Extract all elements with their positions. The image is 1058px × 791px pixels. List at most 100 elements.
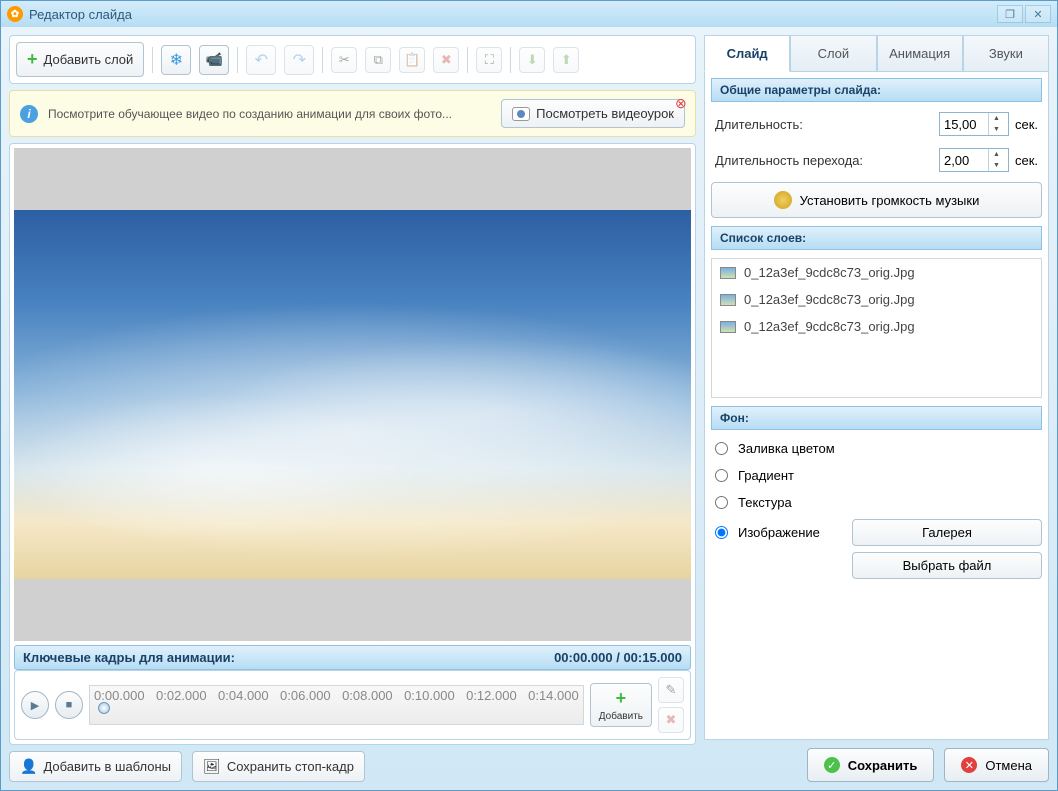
slide-panel: Общие параметры слайда: Длительность: ▲▼… <box>704 71 1049 740</box>
save-stopframe-button[interactable]: 🖼 Сохранить стоп-кадр <box>192 751 365 782</box>
plus-icon: + <box>616 688 627 709</box>
move-up-button[interactable]: ⬆ <box>553 47 579 73</box>
paste-icon: 📋 <box>404 52 420 68</box>
save-frame-label: Сохранить стоп-кадр <box>227 759 354 774</box>
save-button[interactable]: ✓ Сохранить <box>807 748 935 782</box>
timeline-box: ▶ ■ 0:00.000 0:02.000 0:04.000 0:06.000 … <box>14 670 691 740</box>
transition-label: Длительность перехода: <box>715 153 933 168</box>
duration-label: Длительность: <box>715 117 933 132</box>
snowflake-button[interactable]: ❄ <box>161 45 191 75</box>
tab-animation[interactable]: Анимация <box>877 35 963 72</box>
speaker-icon <box>774 191 792 209</box>
layer-list: 0_12a3ef_9cdc8c73_orig.Jpg 0_12a3ef_9cdc… <box>711 258 1042 398</box>
info-icon: i <box>20 105 38 123</box>
slide-editor-window: ✿ Редактор слайда ❐ ✕ + Добавить слой ❄ … <box>0 0 1058 791</box>
x-icon: ✕ <box>961 757 977 773</box>
banner-close-button[interactable]: ⊗ <box>675 95 689 109</box>
delete-icon: ✖ <box>441 52 452 68</box>
redo-icon: ↷ <box>293 50 306 70</box>
bg-header: Фон: <box>711 406 1042 430</box>
spinner-down[interactable]: ▼ <box>989 160 1004 171</box>
delete-icon: ✖ <box>666 712 677 728</box>
duration-input[interactable] <box>940 115 988 134</box>
scissors-icon: ✂ <box>339 52 350 68</box>
arrow-up-icon: ⬆ <box>561 52 572 68</box>
watch-video-button[interactable]: Посмотреть видеоурок <box>501 99 685 128</box>
redo-button[interactable]: ↷ <box>284 45 314 75</box>
banner-text: Посмотрите обучающее видео по созданию а… <box>48 107 491 121</box>
play-button[interactable]: ▶ <box>21 691 49 719</box>
playhead[interactable] <box>98 702 110 714</box>
add-to-templates-button[interactable]: 👤 Добавить в шаблоны <box>9 751 182 782</box>
layer-thumb-icon <box>720 294 736 306</box>
webcam-icon <box>512 107 530 121</box>
edit-keyframe-button[interactable]: ✎ <box>658 677 684 703</box>
image-icon: 🖼 <box>203 758 221 775</box>
volume-btn-label: Установить громкость музыки <box>800 193 980 208</box>
tab-layer[interactable]: Слой <box>790 35 876 72</box>
transition-input[interactable] <box>940 151 988 170</box>
duration-spinner[interactable]: ▲▼ <box>939 112 1009 136</box>
bg-texture-option[interactable]: Текстура <box>711 492 842 513</box>
layer-item[interactable]: 0_12a3ef_9cdc8c73_orig.Jpg <box>712 259 1041 286</box>
choose-file-button[interactable]: Выбрать файл <box>852 552 1042 579</box>
layer-item[interactable]: 0_12a3ef_9cdc8c73_orig.Jpg <box>712 313 1041 340</box>
gallery-button[interactable]: Галерея <box>852 519 1042 546</box>
timeline[interactable]: 0:00.000 0:02.000 0:04.000 0:06.000 0:08… <box>89 685 584 725</box>
plus-icon: + <box>27 49 38 70</box>
maximize-button[interactable]: ❐ <box>997 5 1023 23</box>
layers-header: Список слоев: <box>711 226 1042 250</box>
timeline-ticks: 0:00.000 0:02.000 0:04.000 0:06.000 0:08… <box>90 688 583 703</box>
add-layer-button[interactable]: + Добавить слой <box>16 42 144 77</box>
tabs: Слайд Слой Анимация Звуки <box>704 35 1049 72</box>
sec-label: сек. <box>1015 153 1038 168</box>
layer-name: 0_12a3ef_9cdc8c73_orig.Jpg <box>744 292 915 307</box>
bg-image-option[interactable]: Изображение <box>711 522 842 543</box>
layer-thumb-icon <box>720 267 736 279</box>
spinner-up[interactable]: ▲ <box>989 113 1004 124</box>
tutorial-banner: i Посмотрите обучающее видео по созданию… <box>9 90 696 137</box>
undo-button[interactable]: ↶ <box>246 45 276 75</box>
close-button[interactable]: ✕ <box>1025 5 1051 23</box>
stop-button[interactable]: ■ <box>55 691 83 719</box>
preview-canvas[interactable] <box>14 148 691 641</box>
snowflake-icon: ❄ <box>170 50 183 70</box>
camera-icon: 📹 <box>206 51 223 68</box>
add-keyframe-label: Добавить <box>599 711 643 722</box>
add-layer-label: Добавить слой <box>44 52 134 67</box>
save-label: Сохранить <box>848 758 918 773</box>
cancel-label: Отмена <box>985 758 1032 773</box>
tab-slide[interactable]: Слайд <box>704 35 790 72</box>
paste-button[interactable]: 📋 <box>399 47 425 73</box>
cut-button[interactable]: ✂ <box>331 47 357 73</box>
pencil-icon: ✎ <box>666 682 677 698</box>
keyframes-header: Ключевые кадры для анимации: 00:00.000 /… <box>14 645 691 670</box>
move-down-button[interactable]: ⬇ <box>519 47 545 73</box>
layer-thumb-icon <box>720 321 736 333</box>
fullscreen-button[interactable]: ⛶ <box>476 47 502 73</box>
set-volume-button[interactable]: Установить громкость музыки <box>711 182 1042 218</box>
tab-sounds[interactable]: Звуки <box>963 35 1049 72</box>
add-template-label: Добавить в шаблоны <box>43 759 171 774</box>
delete-button[interactable]: ✖ <box>433 47 459 73</box>
expand-icon: ⛶ <box>485 52 494 68</box>
preview-area: Ключевые кадры для анимации: 00:00.000 /… <box>9 143 696 745</box>
cancel-button[interactable]: ✕ Отмена <box>944 748 1049 782</box>
transition-spinner[interactable]: ▲▼ <box>939 148 1009 172</box>
camera-button[interactable]: 📹 <box>199 45 229 75</box>
bg-gradient-option[interactable]: Градиент <box>711 465 842 486</box>
delete-keyframe-button[interactable]: ✖ <box>658 707 684 733</box>
keyframes-time: 00:00.000 / 00:15.000 <box>554 650 682 665</box>
add-keyframe-button[interactable]: + Добавить <box>590 683 652 727</box>
spinner-up[interactable]: ▲ <box>989 149 1004 160</box>
layer-item[interactable]: 0_12a3ef_9cdc8c73_orig.Jpg <box>712 286 1041 313</box>
arrow-down-icon: ⬇ <box>527 52 538 68</box>
undo-icon: ↶ <box>255 50 268 70</box>
watch-video-label: Посмотреть видеоурок <box>536 106 674 121</box>
layer-name: 0_12a3ef_9cdc8c73_orig.Jpg <box>744 319 915 334</box>
copy-icon: ⧉ <box>374 52 383 68</box>
bg-fill-option[interactable]: Заливка цветом <box>711 438 842 459</box>
copy-button[interactable]: ⧉ <box>365 47 391 73</box>
spinner-down[interactable]: ▼ <box>989 124 1004 135</box>
keyframes-title: Ключевые кадры для анимации: <box>23 650 235 665</box>
